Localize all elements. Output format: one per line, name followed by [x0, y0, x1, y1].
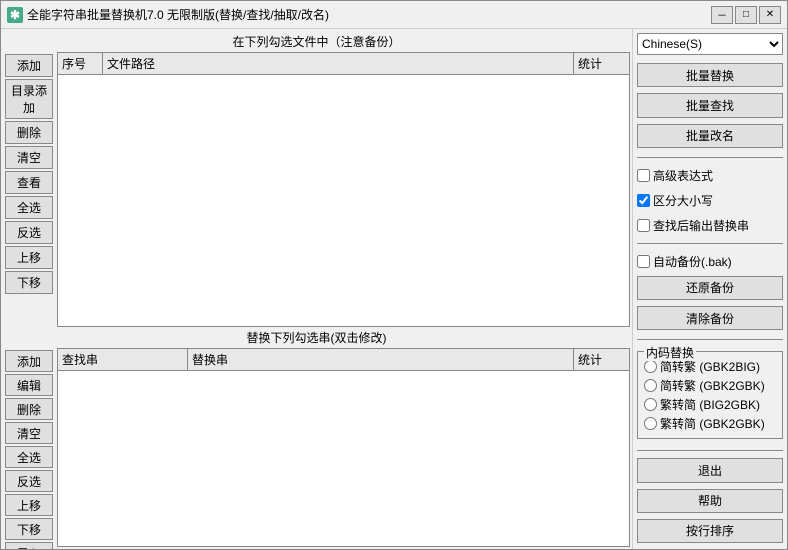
close-button[interactable]: ✕ [759, 6, 781, 24]
file-buttons: 添加 目录添加 删除 清空 查看 全选 反选 上移 下移 [3, 52, 55, 327]
restore-backup-button[interactable]: 还原备份 [637, 276, 783, 300]
right-panel: Chinese(S) Chinese(T) English 批量替换 批量查找 … [632, 29, 787, 549]
advanced-regex-label: 高级表达式 [653, 167, 713, 184]
batch-find-button[interactable]: 批量查找 [637, 93, 783, 117]
replace-select-all-button[interactable]: 全选 [5, 446, 53, 468]
divider-4 [637, 450, 783, 451]
batch-replace-button[interactable]: 批量替换 [637, 63, 783, 87]
title-bar-text: 全能字符串批量替换机7.0 无限制版(替换/查找/抽取/改名) [27, 6, 711, 23]
file-invert-button[interactable]: 反选 [5, 221, 53, 244]
internal-code-title: 内码替换 [644, 344, 696, 361]
file-move-up-button[interactable]: 上移 [5, 246, 53, 269]
file-dir-add-button[interactable]: 目录添加 [5, 79, 53, 119]
output-after-find-row[interactable]: 查找后输出替换串 [637, 217, 783, 234]
auto-backup-checkbox[interactable] [637, 255, 650, 268]
exit-button[interactable]: 退出 [637, 458, 783, 482]
app-icon: ✱ [7, 7, 23, 23]
replace-col-stat: 统计 [574, 349, 629, 370]
advanced-regex-row[interactable]: 高级表达式 [637, 167, 783, 184]
maximize-button[interactable]: □ [735, 6, 757, 24]
radio-t2t[interactable] [644, 417, 657, 430]
main-content: 在下列勾选文件中（注意备份） 添加 目录添加 删除 清空 查看 全选 反选 上移… [1, 29, 787, 549]
sort-by-row-button[interactable]: 按行排序 [637, 519, 783, 543]
replace-add-button[interactable]: 添加 [5, 350, 53, 372]
radio-t2t-label: 繁转简 (GBK2GBK) [660, 415, 765, 432]
radio-s2s-label: 简转繁 (GBK2GBK) [660, 377, 765, 394]
output-after-find-checkbox[interactable] [637, 219, 650, 232]
title-bar-controls: － □ ✕ [711, 6, 781, 24]
advanced-regex-checkbox[interactable] [637, 169, 650, 182]
internal-code-group: 内码替换 简转繁 (GBK2BIG) 简转繁 (GBK2GBK) 繁转简 (BI… [637, 351, 783, 439]
radio-s2s[interactable] [644, 379, 657, 392]
divider-1 [637, 157, 783, 158]
replace-move-down-button[interactable]: 下移 [5, 518, 53, 540]
minimize-button[interactable]: － [711, 6, 733, 24]
case-sensitive-checkbox[interactable] [637, 194, 650, 207]
batch-rename-button[interactable]: 批量改名 [637, 124, 783, 148]
replace-top-area: 添加 编辑 删除 清空 全选 反选 上移 下移 导入 导出 查找串 [3, 348, 630, 547]
file-view-button[interactable]: 查看 [5, 171, 53, 194]
file-col-seq: 序号 [58, 53, 103, 74]
main-window: ✱ 全能字符串批量替换机7.0 无限制版(替换/查找/抽取/改名) － □ ✕ … [0, 0, 788, 550]
output-after-find-label: 查找后输出替换串 [653, 217, 749, 234]
left-panel: 在下列勾选文件中（注意备份） 添加 目录添加 删除 清空 查看 全选 反选 上移… [1, 29, 632, 549]
divider-2 [637, 243, 783, 244]
clear-backup-button[interactable]: 清除备份 [637, 306, 783, 330]
auto-backup-label: 自动备份(.bak) [653, 253, 732, 270]
replace-section: 替换下列勾选串(双击修改) 添加 编辑 删除 清空 全选 反选 上移 下移 导入… [3, 327, 630, 547]
replace-table: 查找串 替换串 统计 [57, 348, 630, 547]
file-table: 序号 文件路径 统计 [57, 52, 630, 327]
file-table-body[interactable] [58, 75, 629, 326]
replace-import-button[interactable]: 导入 [5, 542, 53, 549]
case-sensitive-row[interactable]: 区分大小写 [637, 192, 783, 209]
replace-move-up-button[interactable]: 上移 [5, 494, 53, 516]
replace-table-body[interactable] [58, 371, 629, 546]
file-col-path: 文件路径 [103, 53, 574, 74]
case-sensitive-label: 区分大小写 [653, 192, 713, 209]
file-add-button[interactable]: 添加 [5, 54, 53, 77]
help-button[interactable]: 帮助 [637, 489, 783, 513]
file-move-down-button[interactable]: 下移 [5, 271, 53, 294]
title-bar: ✱ 全能字符串批量替换机7.0 无限制版(替换/查找/抽取/改名) － □ ✕ [1, 1, 787, 29]
replace-table-header: 查找串 替换串 统计 [58, 349, 629, 371]
auto-backup-row[interactable]: 自动备份(.bak) [637, 253, 783, 270]
file-top-area: 添加 目录添加 删除 清空 查看 全选 反选 上移 下移 序号 文件路径 [3, 52, 630, 327]
replace-delete-button[interactable]: 删除 [5, 398, 53, 420]
replace-col-find: 查找串 [58, 349, 188, 370]
file-col-stat: 统计 [574, 53, 629, 74]
radio-t2s-row[interactable]: 繁转简 (BIG2GBK) [644, 396, 776, 413]
divider-3 [637, 339, 783, 340]
file-table-header: 序号 文件路径 统计 [58, 53, 629, 75]
replace-section-label: 替换下列勾选串(双击修改) [3, 327, 630, 348]
radio-s2t[interactable] [644, 360, 657, 373]
language-select[interactable]: Chinese(S) Chinese(T) English [637, 33, 783, 55]
radio-t2t-row[interactable]: 繁转简 (GBK2GBK) [644, 415, 776, 432]
file-delete-button[interactable]: 删除 [5, 121, 53, 144]
replace-col-replace: 替换串 [188, 349, 574, 370]
replace-edit-button[interactable]: 编辑 [5, 374, 53, 396]
language-dropdown-row: Chinese(S) Chinese(T) English [637, 33, 783, 55]
file-select-all-button[interactable]: 全选 [5, 196, 53, 219]
radio-s2s-row[interactable]: 简转繁 (GBK2GBK) [644, 377, 776, 394]
replace-buttons: 添加 编辑 删除 清空 全选 反选 上移 下移 导入 导出 [3, 348, 55, 547]
radio-t2s-label: 繁转简 (BIG2GBK) [660, 396, 760, 413]
file-section: 在下列勾选文件中（注意备份） 添加 目录添加 删除 清空 查看 全选 反选 上移… [3, 31, 630, 327]
file-section-label: 在下列勾选文件中（注意备份） [3, 31, 630, 52]
file-clear-button[interactable]: 清空 [5, 146, 53, 169]
replace-clear-button[interactable]: 清空 [5, 422, 53, 444]
replace-invert-button[interactable]: 反选 [5, 470, 53, 492]
radio-t2s[interactable] [644, 398, 657, 411]
